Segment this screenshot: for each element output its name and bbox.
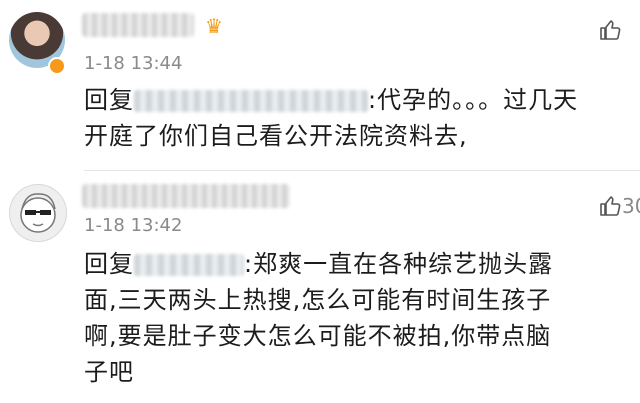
avatar[interactable] xyxy=(9,184,67,242)
like-count: 30 xyxy=(622,194,640,218)
comment-text: :代孕的。。。过几天 xyxy=(368,86,579,114)
mention-blurred[interactable] xyxy=(134,254,244,276)
comment-line: 开庭了你们自己看公开法院资料去, xyxy=(84,122,468,150)
username-blurred[interactable] xyxy=(82,13,194,37)
comment-line: 面,三天两头上热搜,怎么可能有时间生孩子 xyxy=(84,286,552,314)
comment-time: 1-18 13:44 xyxy=(84,53,183,74)
reply-label: 回复 xyxy=(84,86,134,114)
thumbs-up-icon[interactable] xyxy=(598,194,622,218)
thumbs-up-icon[interactable] xyxy=(598,18,622,42)
vip-badge-icon: ♛ xyxy=(205,14,223,38)
comment-item: 1-18 13:42 30 回复 :郑爽一直在各种综艺抛头露 面,三天两头上热搜,… xyxy=(0,172,640,403)
mention-blurred[interactable] xyxy=(134,90,368,112)
comment-line: 回复 :代孕的。。。过几天 xyxy=(84,82,640,118)
comment-body: 回复 :代孕的。。。过几天 开庭了你们自己看公开法院资料去, xyxy=(84,82,640,154)
comment-text: :郑爽一直在各种综艺抛头露 xyxy=(244,250,554,278)
cartoon-avatar-icon xyxy=(20,193,56,233)
comment-line: 回复 :郑爽一直在各种综艺抛头露 xyxy=(84,246,640,282)
comment-body: 回复 :郑爽一直在各种综艺抛头露 面,三天两头上热搜,怎么可能有时间生孩子 啊,要… xyxy=(84,246,640,390)
verified-badge-icon xyxy=(48,57,66,75)
username-blurred[interactable] xyxy=(82,184,290,208)
comment-time: 1-18 13:42 xyxy=(84,215,183,236)
comment-item: ♛ 1-18 13:44 回复 :代孕的。。。过几天 开庭了你们自己看公开法院资料… xyxy=(0,0,640,171)
comment-line: 啊,要是肚子变大怎么可能不被拍,你带点脑 xyxy=(84,322,552,350)
comment-line: 子吧 xyxy=(84,358,134,386)
reply-label: 回复 xyxy=(84,250,134,278)
divider xyxy=(84,170,640,171)
